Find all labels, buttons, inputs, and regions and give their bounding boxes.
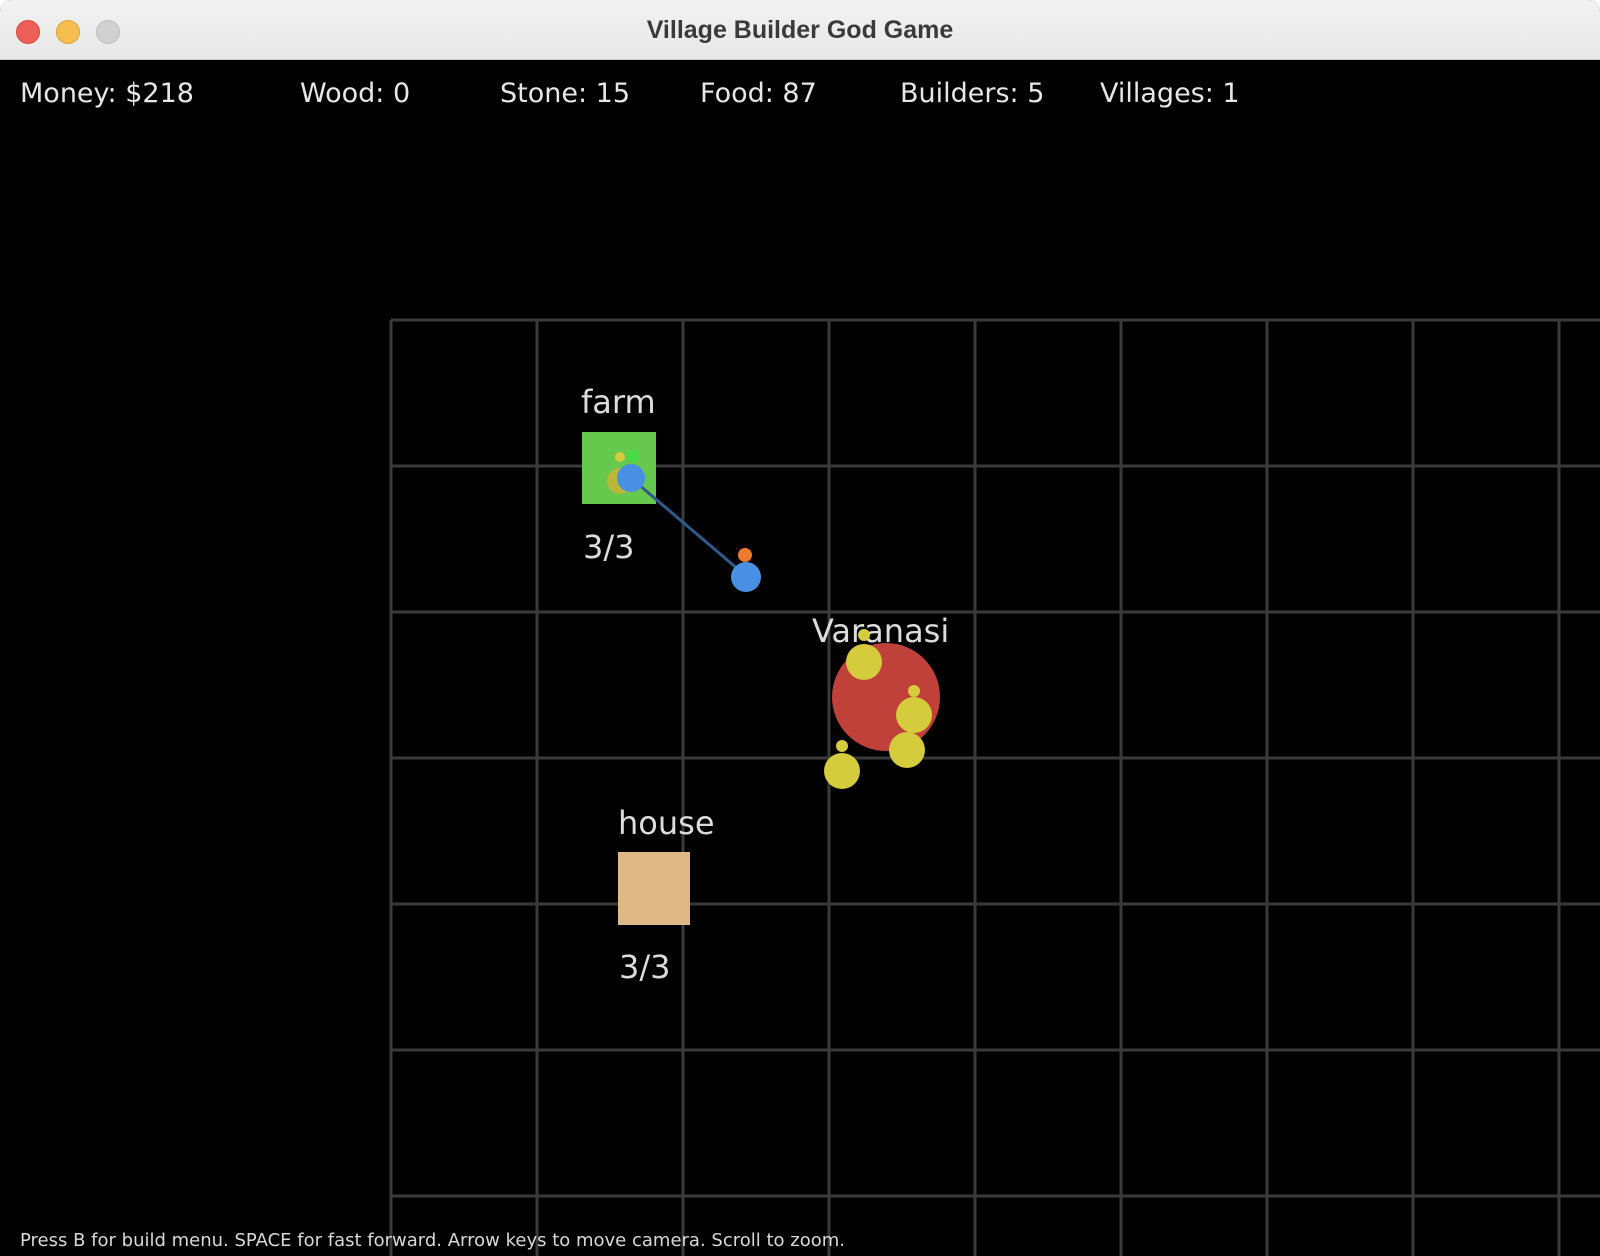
hud-money: Money: $218 [20,78,194,109]
title-bar[interactable]: Village Builder God Game [0,0,1600,60]
villager-head [908,685,920,697]
hud-food: Food: 87 [700,78,817,109]
farm-villager-head [615,452,625,462]
farm-capacity: 3/3 [583,528,635,566]
village-name-label: Varanasi [812,612,949,650]
house-label: house [618,804,715,842]
builder-worker[interactable] [731,562,761,592]
house-building[interactable] [618,852,690,925]
carried-food-icon [738,548,752,562]
farm-crop-marker [627,450,639,462]
villager[interactable] [824,753,860,789]
hud-stone: Stone: 15 [500,78,631,109]
world-map[interactable]: farm 3/3 Varanasi house 3/3 [0,60,1600,1256]
hud-wood: Wood: 0 [300,78,411,109]
window-title: Village Builder God Game [646,16,954,44]
worker-path-line [630,476,747,578]
villager[interactable] [896,697,932,733]
hud-villages: Villages: 1 [1100,78,1240,109]
world-grid [389,318,1600,1256]
villager-head [836,740,848,752]
villager-head [858,629,870,641]
game-viewport[interactable]: farm 3/3 Varanasi house 3/3 Money: $218 … [0,60,1600,1256]
farm-label: farm [581,383,656,421]
hud-builders: Builders: 5 [900,78,1045,109]
villager[interactable] [846,644,882,680]
builder-worker[interactable] [617,464,645,492]
controls-help-text: Press B for build menu. SPACE for fast f… [20,1230,845,1251]
villager[interactable] [889,732,925,768]
game-window: Village Builder God Game farm 3/3 Varana… [0,0,1600,1256]
house-capacity: 3/3 [619,948,671,986]
